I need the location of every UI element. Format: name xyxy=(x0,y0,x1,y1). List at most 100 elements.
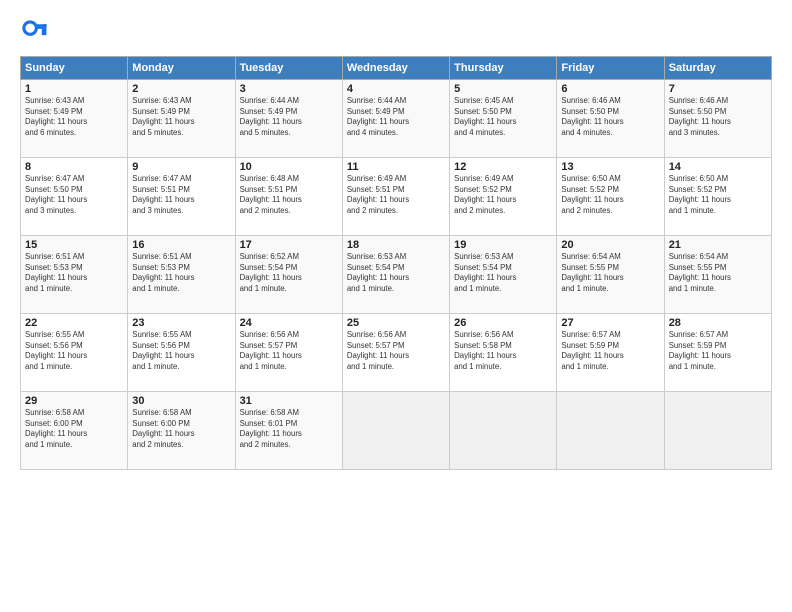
day-info: Sunrise: 6:52 AM Sunset: 5:54 PM Dayligh… xyxy=(240,252,338,294)
calendar-header-monday: Monday xyxy=(128,57,235,80)
calendar-cell: 26Sunrise: 6:56 AM Sunset: 5:58 PM Dayli… xyxy=(450,314,557,392)
day-info: Sunrise: 6:56 AM Sunset: 5:57 PM Dayligh… xyxy=(240,330,338,372)
day-info: Sunrise: 6:57 AM Sunset: 5:59 PM Dayligh… xyxy=(561,330,659,372)
day-number: 14 xyxy=(669,161,767,173)
day-number: 30 xyxy=(132,395,230,407)
calendar-week-row: 29Sunrise: 6:58 AM Sunset: 6:00 PM Dayli… xyxy=(21,392,772,470)
calendar-cell: 3Sunrise: 6:44 AM Sunset: 5:49 PM Daylig… xyxy=(235,80,342,158)
calendar-cell: 2Sunrise: 6:43 AM Sunset: 5:49 PM Daylig… xyxy=(128,80,235,158)
calendar-cell xyxy=(557,392,664,470)
calendar-cell xyxy=(664,392,771,470)
day-info: Sunrise: 6:58 AM Sunset: 6:00 PM Dayligh… xyxy=(132,408,230,450)
calendar-week-row: 8Sunrise: 6:47 AM Sunset: 5:50 PM Daylig… xyxy=(21,158,772,236)
day-info: Sunrise: 6:45 AM Sunset: 5:50 PM Dayligh… xyxy=(454,96,552,138)
calendar-cell: 19Sunrise: 6:53 AM Sunset: 5:54 PM Dayli… xyxy=(450,236,557,314)
day-number: 16 xyxy=(132,239,230,251)
day-number: 19 xyxy=(454,239,552,251)
calendar-cell: 27Sunrise: 6:57 AM Sunset: 5:59 PM Dayli… xyxy=(557,314,664,392)
calendar-week-row: 15Sunrise: 6:51 AM Sunset: 5:53 PM Dayli… xyxy=(21,236,772,314)
day-number: 20 xyxy=(561,239,659,251)
calendar-cell: 28Sunrise: 6:57 AM Sunset: 5:59 PM Dayli… xyxy=(664,314,771,392)
page: SundayMondayTuesdayWednesdayThursdayFrid… xyxy=(0,0,792,612)
calendar-header-tuesday: Tuesday xyxy=(235,57,342,80)
day-info: Sunrise: 6:54 AM Sunset: 5:55 PM Dayligh… xyxy=(669,252,767,294)
calendar-cell: 9Sunrise: 6:47 AM Sunset: 5:51 PM Daylig… xyxy=(128,158,235,236)
calendar-body: 1Sunrise: 6:43 AM Sunset: 5:49 PM Daylig… xyxy=(21,80,772,470)
day-info: Sunrise: 6:58 AM Sunset: 6:00 PM Dayligh… xyxy=(25,408,123,450)
day-info: Sunrise: 6:43 AM Sunset: 5:49 PM Dayligh… xyxy=(132,96,230,138)
calendar-cell: 18Sunrise: 6:53 AM Sunset: 5:54 PM Dayli… xyxy=(342,236,449,314)
calendar-cell: 24Sunrise: 6:56 AM Sunset: 5:57 PM Dayli… xyxy=(235,314,342,392)
calendar-cell: 29Sunrise: 6:58 AM Sunset: 6:00 PM Dayli… xyxy=(21,392,128,470)
day-info: Sunrise: 6:43 AM Sunset: 5:49 PM Dayligh… xyxy=(25,96,123,138)
logo-icon xyxy=(20,18,48,46)
calendar-cell: 30Sunrise: 6:58 AM Sunset: 6:00 PM Dayli… xyxy=(128,392,235,470)
calendar-cell: 15Sunrise: 6:51 AM Sunset: 5:53 PM Dayli… xyxy=(21,236,128,314)
day-info: Sunrise: 6:44 AM Sunset: 5:49 PM Dayligh… xyxy=(240,96,338,138)
day-number: 4 xyxy=(347,83,445,95)
calendar-header-row: SundayMondayTuesdayWednesdayThursdayFrid… xyxy=(21,57,772,80)
calendar-cell xyxy=(342,392,449,470)
calendar-cell: 6Sunrise: 6:46 AM Sunset: 5:50 PM Daylig… xyxy=(557,80,664,158)
day-info: Sunrise: 6:51 AM Sunset: 5:53 PM Dayligh… xyxy=(25,252,123,294)
calendar-cell: 10Sunrise: 6:48 AM Sunset: 5:51 PM Dayli… xyxy=(235,158,342,236)
calendar-cell: 4Sunrise: 6:44 AM Sunset: 5:49 PM Daylig… xyxy=(342,80,449,158)
day-info: Sunrise: 6:48 AM Sunset: 5:51 PM Dayligh… xyxy=(240,174,338,216)
calendar-cell: 14Sunrise: 6:50 AM Sunset: 5:52 PM Dayli… xyxy=(664,158,771,236)
calendar-table: SundayMondayTuesdayWednesdayThursdayFrid… xyxy=(20,56,772,470)
day-number: 7 xyxy=(669,83,767,95)
header xyxy=(20,18,772,46)
calendar-cell: 11Sunrise: 6:49 AM Sunset: 5:51 PM Dayli… xyxy=(342,158,449,236)
day-number: 13 xyxy=(561,161,659,173)
calendar-header-sunday: Sunday xyxy=(21,57,128,80)
calendar-cell: 16Sunrise: 6:51 AM Sunset: 5:53 PM Dayli… xyxy=(128,236,235,314)
calendar-header-saturday: Saturday xyxy=(664,57,771,80)
day-info: Sunrise: 6:53 AM Sunset: 5:54 PM Dayligh… xyxy=(454,252,552,294)
calendar-cell: 5Sunrise: 6:45 AM Sunset: 5:50 PM Daylig… xyxy=(450,80,557,158)
calendar-cell: 12Sunrise: 6:49 AM Sunset: 5:52 PM Dayli… xyxy=(450,158,557,236)
day-info: Sunrise: 6:46 AM Sunset: 5:50 PM Dayligh… xyxy=(669,96,767,138)
calendar-week-row: 1Sunrise: 6:43 AM Sunset: 5:49 PM Daylig… xyxy=(21,80,772,158)
day-info: Sunrise: 6:55 AM Sunset: 5:56 PM Dayligh… xyxy=(132,330,230,372)
day-info: Sunrise: 6:54 AM Sunset: 5:55 PM Dayligh… xyxy=(561,252,659,294)
day-number: 29 xyxy=(25,395,123,407)
calendar-cell: 31Sunrise: 6:58 AM Sunset: 6:01 PM Dayli… xyxy=(235,392,342,470)
day-number: 15 xyxy=(25,239,123,251)
day-number: 17 xyxy=(240,239,338,251)
day-number: 1 xyxy=(25,83,123,95)
day-info: Sunrise: 6:49 AM Sunset: 5:52 PM Dayligh… xyxy=(454,174,552,216)
day-info: Sunrise: 6:56 AM Sunset: 5:58 PM Dayligh… xyxy=(454,330,552,372)
calendar-cell: 22Sunrise: 6:55 AM Sunset: 5:56 PM Dayli… xyxy=(21,314,128,392)
day-info: Sunrise: 6:57 AM Sunset: 5:59 PM Dayligh… xyxy=(669,330,767,372)
day-info: Sunrise: 6:44 AM Sunset: 5:49 PM Dayligh… xyxy=(347,96,445,138)
day-number: 2 xyxy=(132,83,230,95)
day-number: 26 xyxy=(454,317,552,329)
calendar-cell xyxy=(450,392,557,470)
calendar-cell: 7Sunrise: 6:46 AM Sunset: 5:50 PM Daylig… xyxy=(664,80,771,158)
day-info: Sunrise: 6:55 AM Sunset: 5:56 PM Dayligh… xyxy=(25,330,123,372)
calendar-header-friday: Friday xyxy=(557,57,664,80)
day-info: Sunrise: 6:47 AM Sunset: 5:51 PM Dayligh… xyxy=(132,174,230,216)
day-number: 25 xyxy=(347,317,445,329)
day-info: Sunrise: 6:53 AM Sunset: 5:54 PM Dayligh… xyxy=(347,252,445,294)
calendar-cell: 25Sunrise: 6:56 AM Sunset: 5:57 PM Dayli… xyxy=(342,314,449,392)
day-info: Sunrise: 6:50 AM Sunset: 5:52 PM Dayligh… xyxy=(561,174,659,216)
calendar-cell: 13Sunrise: 6:50 AM Sunset: 5:52 PM Dayli… xyxy=(557,158,664,236)
day-number: 18 xyxy=(347,239,445,251)
day-number: 8 xyxy=(25,161,123,173)
day-number: 11 xyxy=(347,161,445,173)
day-number: 27 xyxy=(561,317,659,329)
day-number: 24 xyxy=(240,317,338,329)
day-info: Sunrise: 6:50 AM Sunset: 5:52 PM Dayligh… xyxy=(669,174,767,216)
day-number: 23 xyxy=(132,317,230,329)
day-info: Sunrise: 6:51 AM Sunset: 5:53 PM Dayligh… xyxy=(132,252,230,294)
calendar-week-row: 22Sunrise: 6:55 AM Sunset: 5:56 PM Dayli… xyxy=(21,314,772,392)
calendar-header-thursday: Thursday xyxy=(450,57,557,80)
calendar-header-wednesday: Wednesday xyxy=(342,57,449,80)
logo xyxy=(20,18,52,46)
day-info: Sunrise: 6:49 AM Sunset: 5:51 PM Dayligh… xyxy=(347,174,445,216)
day-info: Sunrise: 6:47 AM Sunset: 5:50 PM Dayligh… xyxy=(25,174,123,216)
day-number: 21 xyxy=(669,239,767,251)
calendar-cell: 21Sunrise: 6:54 AM Sunset: 5:55 PM Dayli… xyxy=(664,236,771,314)
day-number: 5 xyxy=(454,83,552,95)
